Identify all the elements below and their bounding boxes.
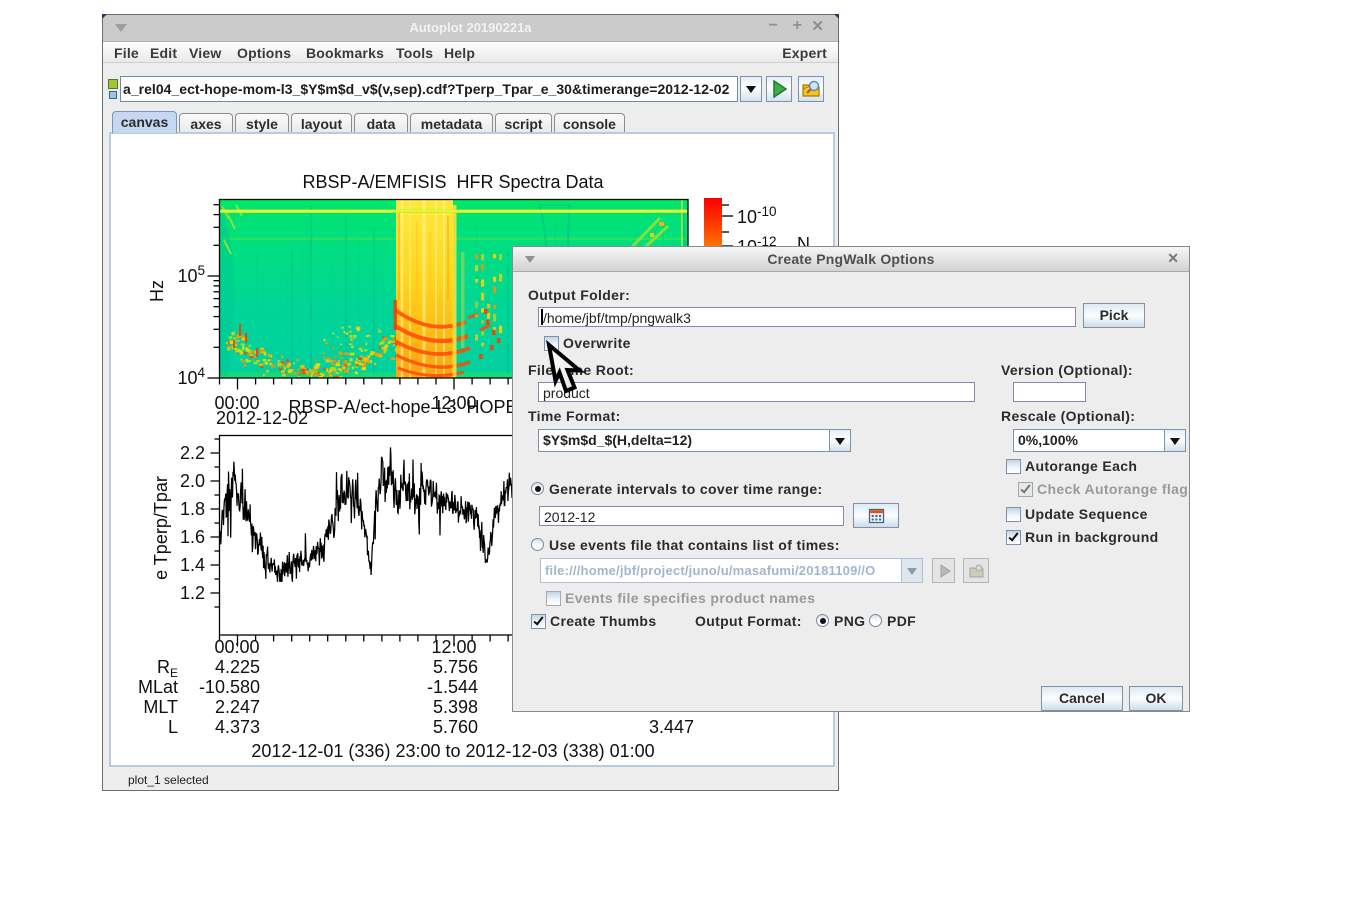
svg-text:2.2: 2.2 [180,443,205,463]
svg-text:5.398: 5.398 [433,697,478,717]
svg-text:RBSP-A/ect-hope-L3 HOPE: RBSP-A/ect-hope-L3 HOPE [288,397,517,417]
svg-text:1.2: 1.2 [180,583,205,603]
svg-text:4.373: 4.373 [215,717,260,737]
svg-text:1.6: 1.6 [180,527,205,547]
svg-text:104: 104 [177,365,205,388]
svg-text:-1.544: -1.544 [427,677,478,697]
svg-text:e Tperp/Tpar: e Tperp/Tpar [151,476,171,580]
svg-text:RBSP-A/EMFISIS HFR Spectra Da: RBSP-A/EMFISIS HFR Spectra Data [302,172,604,192]
svg-text:10-10: 10-10 [737,204,777,227]
svg-text:MLat: MLat [138,677,178,697]
svg-text:3.447: 3.447 [649,717,694,737]
svg-text:4.225: 4.225 [215,657,260,677]
svg-text:5.756: 5.756 [433,657,478,677]
svg-text:2.0: 2.0 [180,471,205,491]
svg-text:-10.580: -10.580 [199,677,260,697]
svg-text:MLT: MLT [143,697,178,717]
svg-text:2.247: 2.247 [215,697,260,717]
svg-text:12:00: 12:00 [431,637,476,657]
svg-text:105: 105 [177,263,205,286]
svg-text:2012-12-01 (336) 23:00 to 2012: 2012-12-01 (336) 23:00 to 2012-12-03 (33… [251,741,654,761]
svg-text:Hz: Hz [147,280,167,302]
svg-text:5.760: 5.760 [433,717,478,737]
svg-text:1.4: 1.4 [180,555,205,575]
svg-text:00:00: 00:00 [214,637,259,657]
svg-text:L: L [168,717,178,737]
svg-text:1.8: 1.8 [180,499,205,519]
